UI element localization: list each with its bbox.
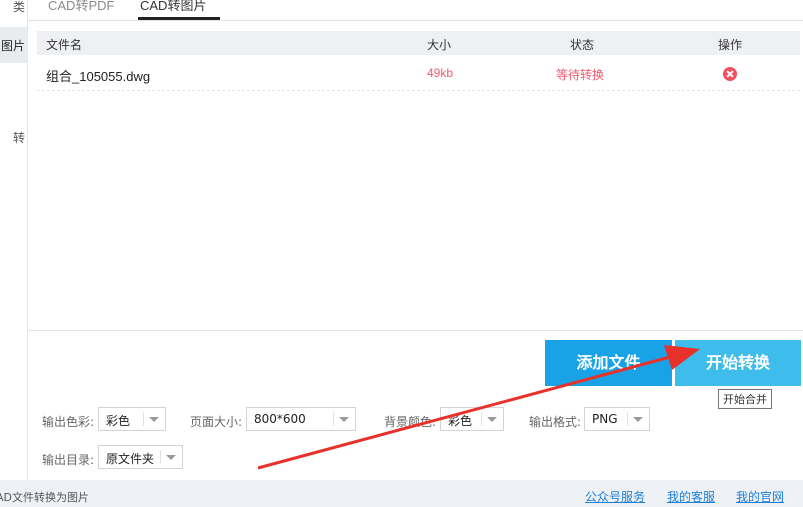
background-color-label: 背景颜色: — [384, 415, 437, 429]
chevron-down-icon — [633, 417, 643, 422]
sidebar-item-label: 类 — [12, 0, 25, 14]
select-divider — [143, 412, 144, 426]
output-dir-label: 输出目录: — [42, 453, 95, 467]
chevron-down-icon — [149, 417, 159, 422]
sidebar-item-cad-to-image[interactable]: 图片 — [0, 27, 27, 63]
select-divider — [160, 450, 161, 464]
sidebar-item-top[interactable]: 类 — [0, 0, 27, 24]
tab-divider — [28, 20, 803, 21]
sidebar-item-convert[interactable]: 转 — [0, 119, 27, 155]
output-dir-select[interactable]: 原文件夹 — [98, 445, 183, 469]
header-status: 状态 — [570, 38, 595, 52]
add-files-button[interactable]: 添加文件 — [545, 340, 672, 386]
page-size-select[interactable]: 800*600 — [246, 407, 356, 431]
select-divider — [333, 412, 334, 426]
output-color-select[interactable]: 彩色 — [98, 407, 166, 431]
output-format-value: PNG — [592, 412, 618, 426]
chevron-down-icon — [339, 417, 349, 422]
output-format-label: 输出格式: — [529, 415, 582, 429]
header-size: 大小 — [427, 38, 452, 52]
page-size-value: 800*600 — [254, 412, 306, 426]
tab-cad-to-image[interactable]: CAD转图片 — [140, 0, 206, 14]
delete-icon[interactable] — [723, 67, 737, 81]
header-filename: 文件名 — [46, 38, 83, 52]
file-status: 等待转换 — [556, 68, 605, 82]
page-size-label: 页面大小: — [190, 415, 243, 429]
select-divider — [627, 412, 628, 426]
header-action: 操作 — [718, 38, 743, 52]
footer-link-wechat-service[interactable]: 公众号服务 — [585, 488, 645, 505]
output-color-label: 输出色彩: — [42, 415, 95, 429]
background-color-value: 彩色 — [448, 414, 473, 428]
list-bottom-divider — [28, 330, 803, 331]
select-divider — [481, 412, 482, 426]
sidebar-item-label: 图片 — [0, 39, 25, 53]
output-format-select[interactable]: PNG — [584, 407, 650, 431]
tooltip: 开始合并 — [718, 389, 772, 409]
sidebar-item-label: 转 — [12, 131, 25, 145]
file-name: 组合_105055.dwg — [46, 69, 151, 84]
status-bar: AD文件转换为图片 公众号服务 我的客服 我的官网 — [0, 480, 803, 507]
footer-link-customer-service[interactable]: 我的客服 — [667, 488, 715, 505]
start-convert-button[interactable]: 开始转换 — [675, 340, 801, 386]
footer-title: AD文件转换为图片 — [0, 491, 89, 504]
footer-link-official-site[interactable]: 我的官网 — [736, 488, 784, 505]
output-dir-value: 原文件夹 — [106, 452, 155, 466]
file-size: 49kb — [427, 66, 454, 80]
chevron-down-icon — [487, 417, 497, 422]
output-color-value: 彩色 — [106, 414, 131, 428]
file-table-header: 文件名 大小 状态 操作 — [37, 31, 800, 55]
left-sidebar: 类 图片 转 — [0, 0, 27, 480]
sidebar-divider — [27, 0, 28, 480]
table-row[interactable]: 组合_105055.dwg 49kb 等待转换 — [37, 58, 800, 91]
background-color-select[interactable]: 彩色 — [440, 407, 504, 431]
tab-cad-to-pdf[interactable]: CAD转PDF — [48, 0, 114, 14]
chevron-down-icon — [166, 455, 176, 460]
